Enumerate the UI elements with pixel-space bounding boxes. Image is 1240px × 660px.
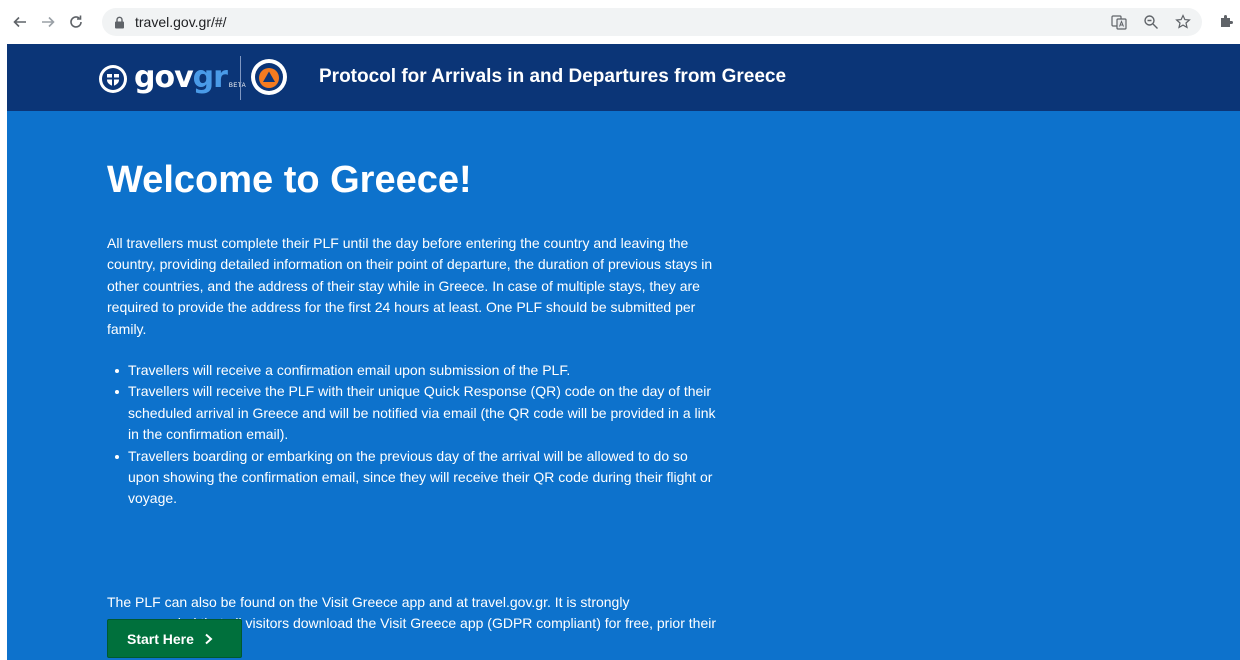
forward-arrow-icon[interactable]	[34, 8, 62, 36]
info-bullet-list: Travellers will receive a confirmation e…	[107, 360, 719, 510]
lock-icon[interactable]	[114, 16, 125, 29]
zoom-icon[interactable]	[1142, 13, 1160, 31]
list-item: Travellers boarding or embarking on the …	[107, 446, 719, 510]
address-bar[interactable]: travel.gov.gr/#/	[102, 8, 1202, 36]
extensions-puzzle-icon[interactable]	[1218, 12, 1236, 30]
reload-icon[interactable]	[62, 8, 90, 36]
civil-protection-logo-icon	[251, 59, 287, 95]
site-header: gov gr BETA Protocol for Arrivals in and D…	[7, 44, 1240, 111]
back-arrow-icon[interactable]	[6, 8, 34, 36]
main-panel: Welcome to Greece! All travellers must c…	[7, 111, 1240, 660]
welcome-heading: Welcome to Greece!	[107, 159, 472, 201]
govgr-logo-gr: gr	[192, 60, 228, 95]
govgr-logo-gov: gov	[134, 60, 194, 95]
beta-badge: BETA	[228, 83, 247, 89]
start-here-label: Start Here	[127, 630, 194, 647]
url-text[interactable]: travel.gov.gr/#/	[135, 14, 227, 30]
govgr-logo[interactable]: gov gr BETA	[134, 60, 246, 96]
logo-divider	[240, 56, 241, 100]
browser-toolbar: travel.gov.gr/#/	[0, 0, 1240, 44]
greek-emblem-icon[interactable]	[98, 64, 128, 94]
chevron-right-icon	[205, 633, 213, 644]
page-title: Protocol for Arrivals in and Departures …	[319, 66, 787, 87]
intro-paragraph: All travellers must complete their PLF u…	[107, 235, 713, 337]
list-item: Travellers will receive the PLF with the…	[107, 381, 719, 445]
translate-icon[interactable]	[1110, 13, 1128, 31]
start-here-button[interactable]: Start Here	[107, 619, 242, 658]
bookmark-star-icon[interactable]	[1174, 13, 1192, 31]
list-item: Travellers will receive a confirmation e…	[107, 360, 719, 381]
